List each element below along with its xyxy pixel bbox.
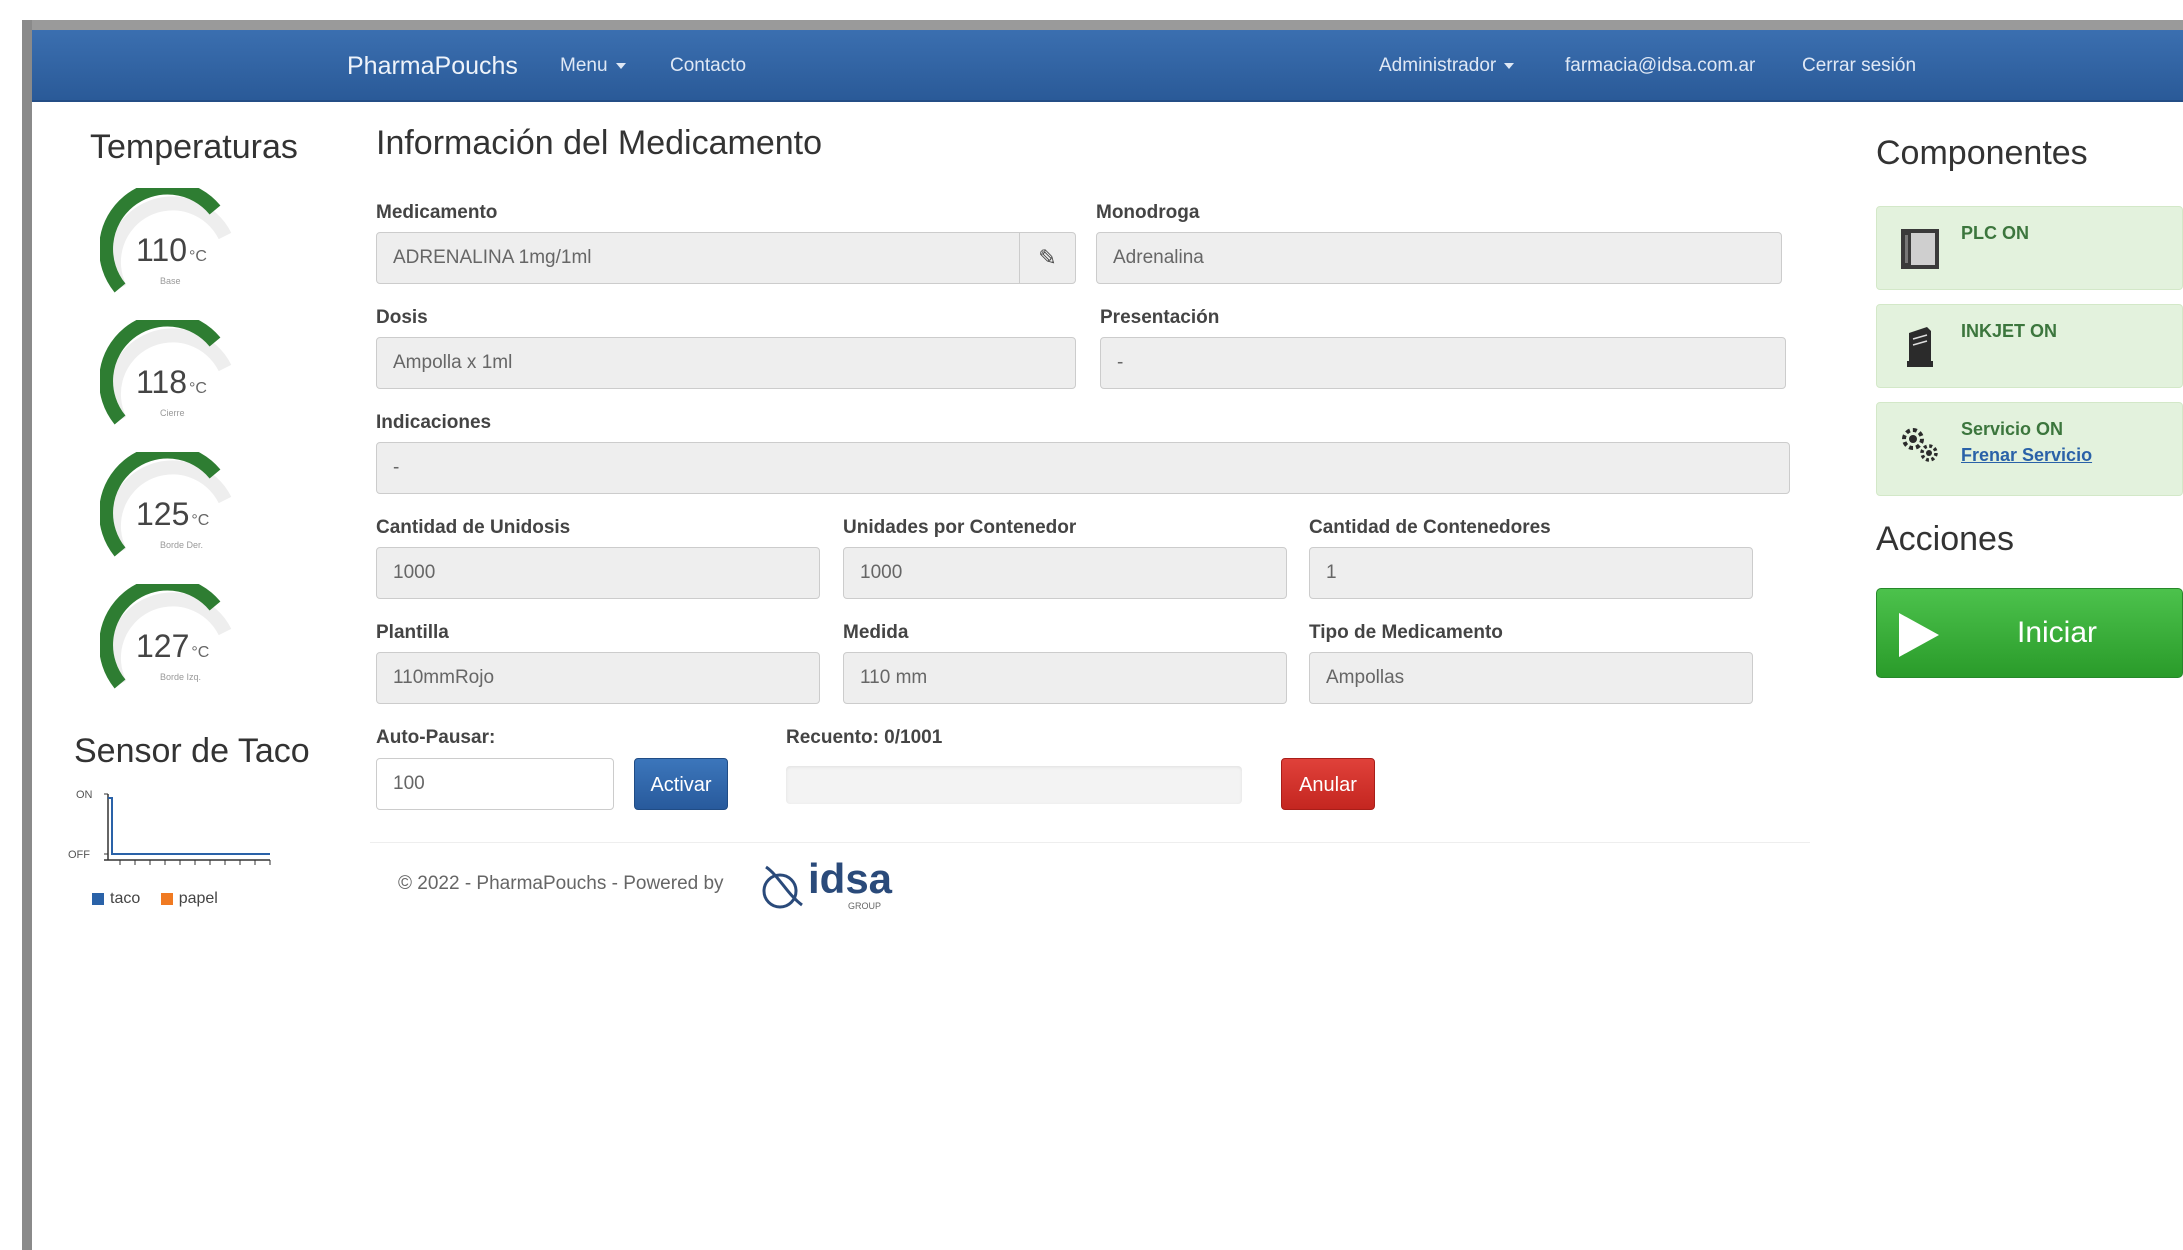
indicaciones-field: - xyxy=(376,442,1790,494)
gears-icon xyxy=(1902,428,1938,462)
form-title: Información del Medicamento xyxy=(376,124,823,162)
plc-status-text: PLC ON xyxy=(1961,223,2030,243)
y-tick-on: ON xyxy=(76,789,93,801)
activar-button[interactable]: Activar xyxy=(634,758,728,810)
temperature-gauge: 118 °C Cierre xyxy=(100,320,240,440)
brand-link[interactable]: PharmaPouchs xyxy=(347,30,518,102)
user-email-link[interactable]: farmacia@idsa.com.ar xyxy=(1565,30,1755,102)
edit-icon: ✎ xyxy=(1038,245,1057,270)
temperatures-title: Temperaturas xyxy=(90,128,298,166)
legend-taco: taco xyxy=(110,890,141,907)
plc-status: PLC ON xyxy=(1876,206,2183,290)
temperature-gauge: 127 °C Borde Izq. xyxy=(100,584,240,704)
contact-link[interactable]: Contacto xyxy=(670,30,746,102)
menu-label: Menu xyxy=(560,55,608,76)
temperature-gauge: 110 °C Base xyxy=(100,188,240,308)
edit-medicamento-button[interactable]: ✎ xyxy=(1019,233,1075,283)
cantidad-contenedores-field: 1 xyxy=(1309,547,1753,599)
recuento-label: Recuento: 0/1001 xyxy=(786,727,943,748)
legend-papel: papel xyxy=(178,890,218,907)
gauge-unit: °C xyxy=(191,644,210,661)
medicamento-field: ADRENALINA 1mg/1ml ✎ xyxy=(376,232,1076,284)
recuento-progress-bar xyxy=(786,766,1242,804)
dosis-field: Ampolla x 1ml xyxy=(376,337,1076,389)
inkjet-icon xyxy=(1907,327,1933,367)
cantidad-contenedores-label: Cantidad de Contenedores xyxy=(1309,517,1551,538)
anular-button[interactable]: Anular xyxy=(1281,758,1375,810)
medida-field: 110 mm xyxy=(843,652,1287,704)
menu-dropdown[interactable]: Menu xyxy=(560,30,626,102)
window-frame-left xyxy=(22,20,32,1250)
window-frame-top xyxy=(22,20,2183,30)
indicaciones-label: Indicaciones xyxy=(376,412,492,433)
gauge-label: Cierre xyxy=(160,408,185,418)
cantidad-unidosis-label: Cantidad de Unidosis xyxy=(376,517,571,538)
caret-down-icon xyxy=(615,62,626,69)
gauge-value: 110 °C xyxy=(136,232,207,269)
gauge-number: 125 xyxy=(136,496,190,532)
sensor-title: Sensor de Taco xyxy=(74,732,310,770)
frenar-servicio-link[interactable]: Frenar Servicio xyxy=(1961,445,2092,466)
iniciar-button[interactable]: Iniciar xyxy=(1876,588,2183,678)
inkjet-status-text: INKJET ON xyxy=(1961,321,2058,341)
gauge-label: Base xyxy=(160,276,181,286)
sensor-legend: taco papel xyxy=(92,890,218,908)
gauge-value: 118 °C xyxy=(136,364,207,401)
service-status: Servicio ON Frenar Servicio xyxy=(1876,402,2183,496)
temperature-gauge: 125 °C Borde Der. xyxy=(100,452,240,572)
footer-divider xyxy=(370,842,1810,843)
idsa-logo-mark xyxy=(762,865,803,909)
auto-pausar-label: Auto-Pausar: xyxy=(376,727,496,748)
taco-series-line xyxy=(108,797,270,855)
gauge-unit: °C xyxy=(189,248,207,265)
caret-down-icon xyxy=(1504,62,1515,69)
taco-sensor-chart: ON OFF xyxy=(68,789,271,865)
admin-dropdown[interactable]: Administrador xyxy=(1379,30,1515,102)
iniciar-label: Iniciar xyxy=(2017,616,2098,649)
monodroga-label: Monodroga xyxy=(1096,202,1200,223)
gauge-number: 110 xyxy=(136,232,188,268)
medida-label: Medida xyxy=(843,622,909,643)
unidades-contenedor-label: Unidades por Contenedor xyxy=(843,517,1077,538)
cantidad-unidosis-field: 1000 xyxy=(376,547,820,599)
footer-text: © 2022 - PharmaPouchs - Powered by xyxy=(398,873,724,894)
medicamento-label: Medicamento xyxy=(376,202,498,223)
gauge-value: 125 °C xyxy=(136,496,209,533)
plantilla-field: 110mmRojo xyxy=(376,652,820,704)
y-tick-off: OFF xyxy=(68,849,90,861)
idsa-logo-word: idsa xyxy=(808,855,893,902)
unidades-contenedor-field: 1000 xyxy=(843,547,1287,599)
legend-swatch-papel xyxy=(160,892,173,905)
dosis-label: Dosis xyxy=(376,307,428,328)
presentacion-field: - xyxy=(1100,337,1786,389)
plc-icon xyxy=(1901,229,1939,269)
tipo-medicamento-field: Ampollas xyxy=(1309,652,1753,704)
service-status-text: Servicio ON xyxy=(1961,419,2064,439)
inkjet-status: INKJET ON xyxy=(1876,304,2183,388)
logout-link[interactable]: Cerrar sesión xyxy=(1802,30,1916,102)
gauge-label: Borde Der. xyxy=(160,540,204,550)
plantilla-label: Plantilla xyxy=(376,622,449,643)
monodroga-field: Adrenalina xyxy=(1096,232,1782,284)
legend-swatch-taco xyxy=(92,892,104,905)
gauge-unit: °C xyxy=(191,512,210,529)
tipo-medicamento-label: Tipo de Medicamento xyxy=(1309,622,1503,643)
components-title: Componentes xyxy=(1876,134,2088,172)
presentacion-label: Presentación xyxy=(1100,307,1220,328)
gauge-value: 127 °C xyxy=(136,628,209,665)
gauge-number: 118 xyxy=(136,364,188,400)
medicamento-value: ADRENALINA 1mg/1ml xyxy=(393,247,592,268)
gauge-number: 127 xyxy=(136,628,190,664)
admin-label: Administrador xyxy=(1379,55,1497,76)
auto-pausar-input[interactable]: 100 xyxy=(376,758,614,810)
navbar: PharmaPouchs Menu Contacto Administrador… xyxy=(32,30,2183,102)
idsa-logo-sub: GROUP xyxy=(848,901,882,911)
gauge-unit: °C xyxy=(189,380,207,397)
gauge-label: Borde Izq. xyxy=(160,672,202,682)
play-icon xyxy=(1899,613,1939,657)
actions-title: Acciones xyxy=(1876,520,2014,558)
idsa-logo: idsa GROUP xyxy=(758,855,892,915)
